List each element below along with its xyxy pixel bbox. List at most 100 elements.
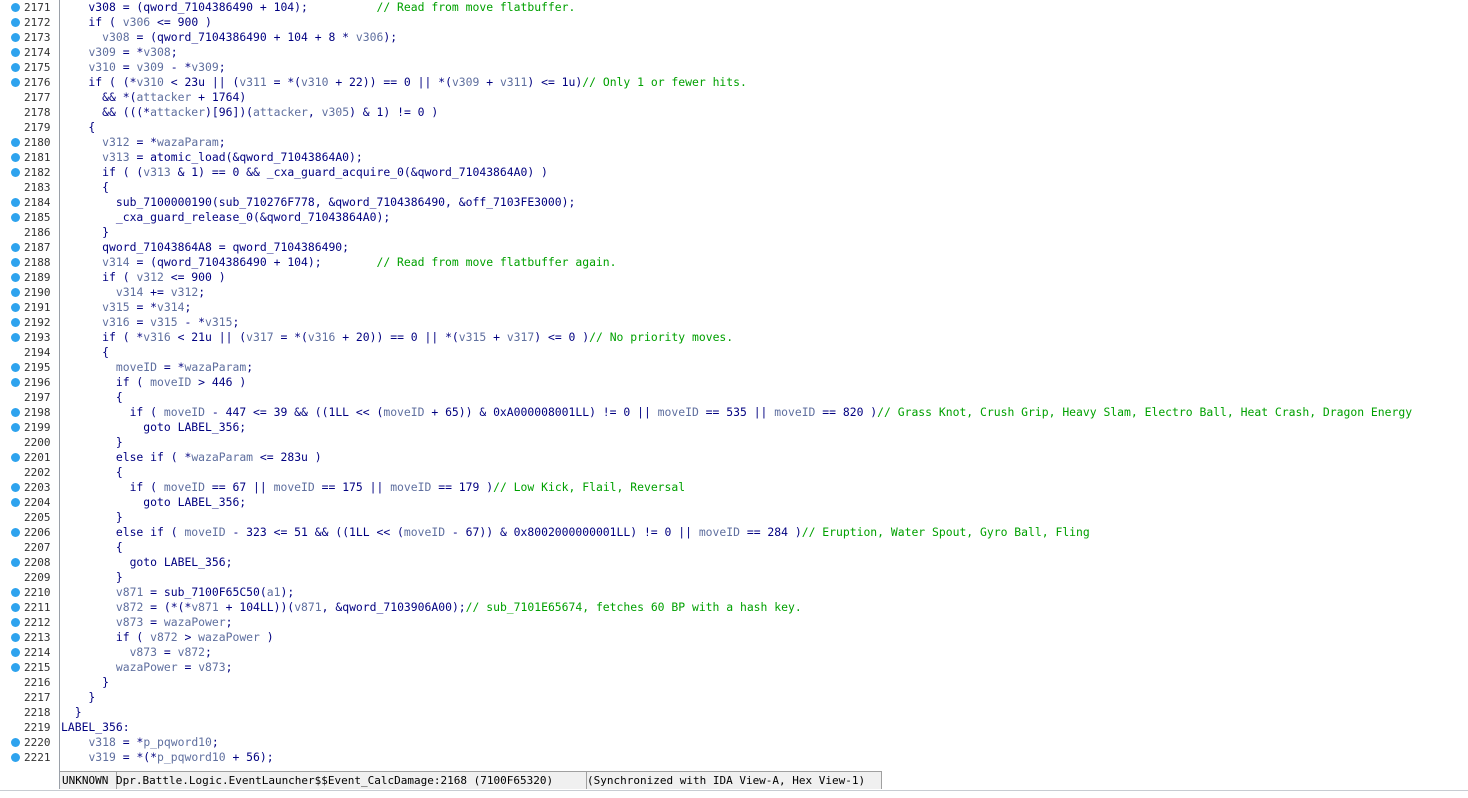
code-identifier[interactable]: v316	[102, 315, 129, 329]
code-text[interactable]: if ( (v313 & 1) == 0 && _cxa_guard_acqui…	[61, 165, 548, 180]
code-line[interactable]: 2208 goto LABEL_356;	[0, 555, 1468, 570]
code-identifier[interactable]: v871	[294, 600, 321, 614]
code-line[interactable]: 2174 v309 = *v308;	[0, 45, 1468, 60]
code-identifier[interactable]: attacker	[136, 90, 191, 104]
code-line[interactable]: 2210 v871 = sub_7100F65C50(a1);	[0, 585, 1468, 600]
code-identifier[interactable]: wazaParam	[184, 360, 246, 374]
code-line[interactable]: 2192 v316 = v315 - *v315;	[0, 315, 1468, 330]
code-line[interactable]: 2216 }	[0, 675, 1468, 690]
code-identifier[interactable]: wazaPower	[116, 660, 178, 674]
breakpoint-dot-icon[interactable]	[11, 288, 20, 297]
code-identifier[interactable]: v314	[116, 285, 143, 299]
code-identifier[interactable]: moveID	[390, 480, 431, 494]
code-identifier[interactable]: v309	[88, 45, 115, 59]
code-line[interactable]: 2180 v312 = *wazaParam;	[0, 135, 1468, 150]
code-identifier[interactable]: v319	[88, 750, 115, 764]
code-text[interactable]: v316 = v315 - *v315;	[61, 315, 239, 330]
code-text[interactable]: }	[61, 570, 123, 585]
code-line[interactable]: 2200 }	[0, 435, 1468, 450]
code-line[interactable]: 2205 }	[0, 510, 1468, 525]
breakpoint-dot-icon[interactable]	[11, 18, 20, 27]
code-line[interactable]: 2173 v308 = (qword_7104386490 + 104 + 8 …	[0, 30, 1468, 45]
code-text[interactable]: qword_71043864A8 = qword_7104386490;	[61, 240, 349, 255]
code-text[interactable]: if ( moveID - 447 <= 39 && ((1LL << (mov…	[61, 405, 1413, 420]
code-line[interactable]: 2219 LABEL_356:	[0, 720, 1468, 735]
code-identifier[interactable]: v872	[178, 645, 205, 659]
code-text[interactable]: }	[61, 690, 95, 705]
code-line[interactable]: 2176 if ( (*v310 < 23u || (v311 = *(v310…	[0, 75, 1468, 90]
code-line[interactable]: 2214 v873 = v872;	[0, 645, 1468, 660]
code-line[interactable]: 2211 v872 = (*(*v871 + 104LL))(v871, &qw…	[0, 600, 1468, 615]
code-line[interactable]: 2207 {	[0, 540, 1468, 555]
code-text[interactable]: if ( (*v310 < 23u || (v311 = *(v310 + 22…	[61, 75, 746, 90]
code-text[interactable]: if ( moveID == 67 || moveID == 175 || mo…	[61, 480, 686, 495]
code-text[interactable]: moveID = *wazaParam;	[61, 360, 253, 375]
code-line[interactable]: 2201 else if ( *wazaParam <= 283u )	[0, 450, 1468, 465]
code-line[interactable]: 2188 v314 = (qword_7104386490 + 104); //…	[0, 255, 1468, 270]
code-text[interactable]: v319 = *(*p_pqword10 + 56);	[61, 750, 273, 765]
code-identifier[interactable]: v872	[116, 600, 143, 614]
code-line[interactable]: 2171 v308 = (qword_7104386490 + 104); //…	[0, 0, 1468, 15]
code-line[interactable]: 2181 v313 = atomic_load(&qword_71043864A…	[0, 150, 1468, 165]
breakpoint-dot-icon[interactable]	[11, 633, 20, 642]
code-identifier[interactable]: wazaPower	[164, 615, 226, 629]
code-line[interactable]: 2204 goto LABEL_356;	[0, 495, 1468, 510]
code-line[interactable]: 2213 if ( v872 > wazaPower )	[0, 630, 1468, 645]
code-identifier[interactable]: moveID	[164, 480, 205, 494]
code-text[interactable]: v308 = (qword_7104386490 + 104 + 8 * v30…	[61, 30, 397, 45]
code-text[interactable]: && (((*attacker)[96])(attacker, v305) & …	[61, 105, 438, 120]
code-identifier[interactable]: v314	[157, 300, 184, 314]
breakpoint-dot-icon[interactable]	[11, 753, 20, 762]
code-line[interactable]: 2209 }	[0, 570, 1468, 585]
code-text[interactable]: {	[61, 120, 95, 135]
code-text[interactable]: }	[61, 435, 123, 450]
code-line[interactable]: 2178 && (((*attacker)[96])(attacker, v30…	[0, 105, 1468, 120]
breakpoint-dot-icon[interactable]	[11, 78, 20, 87]
breakpoint-dot-icon[interactable]	[11, 483, 20, 492]
code-text[interactable]: v308 = (qword_7104386490 + 104); // Read…	[61, 0, 575, 15]
breakpoint-dot-icon[interactable]	[11, 138, 20, 147]
code-line[interactable]: 2184 sub_7100000190(sub_710276F778, &qwo…	[0, 195, 1468, 210]
breakpoint-dot-icon[interactable]	[11, 363, 20, 372]
code-text[interactable]: v872 = (*(*v871 + 104LL))(v871, &qword_7…	[61, 600, 802, 615]
code-identifier[interactable]: v311	[239, 75, 266, 89]
code-text[interactable]: {	[61, 390, 123, 405]
code-line[interactable]: 2194 {	[0, 345, 1468, 360]
code-identifier[interactable]: attacker	[150, 105, 205, 119]
code-text[interactable]: {	[61, 540, 123, 555]
code-line[interactable]: 2189 if ( v312 <= 900 )	[0, 270, 1468, 285]
breakpoint-dot-icon[interactable]	[11, 303, 20, 312]
code-text[interactable]: && *(attacker + 1764)	[61, 90, 246, 105]
code-identifier[interactable]: v310	[88, 60, 115, 74]
code-line[interactable]: 2177 && *(attacker + 1764)	[0, 90, 1468, 105]
code-identifier[interactable]: a1	[267, 585, 281, 599]
breakpoint-dot-icon[interactable]	[11, 33, 20, 42]
code-line[interactable]: 2172 if ( v306 <= 900 )	[0, 15, 1468, 30]
code-line[interactable]: 2179 {	[0, 120, 1468, 135]
code-identifier[interactable]: v313	[102, 150, 129, 164]
code-identifier[interactable]: p_pqword10	[143, 735, 212, 749]
code-line[interactable]: 2193 if ( *v316 < 21u || (v317 = *(v316 …	[0, 330, 1468, 345]
breakpoint-dot-icon[interactable]	[11, 168, 20, 177]
code-text[interactable]: goto LABEL_356;	[61, 420, 246, 435]
code-text[interactable]: if ( v306 <= 900 )	[61, 15, 211, 30]
code-identifier[interactable]: v873	[198, 660, 225, 674]
code-line[interactable]: 2199 goto LABEL_356;	[0, 420, 1468, 435]
code-identifier[interactable]: attacker	[253, 105, 308, 119]
breakpoint-dot-icon[interactable]	[11, 213, 20, 222]
breakpoint-dot-icon[interactable]	[11, 603, 20, 612]
code-identifier[interactable]: moveID	[150, 375, 191, 389]
code-text[interactable]: }	[61, 510, 123, 525]
breakpoint-dot-icon[interactable]	[11, 258, 20, 267]
code-identifier[interactable]: wazaParam	[157, 135, 219, 149]
code-identifier[interactable]: v317	[246, 330, 273, 344]
code-identifier[interactable]: v317	[507, 330, 534, 344]
code-text[interactable]: sub_7100000190(sub_710276F778, &qword_71…	[61, 195, 575, 210]
code-identifier[interactable]: wazaPower	[198, 630, 260, 644]
code-identifier[interactable]: v871	[191, 600, 218, 614]
code-identifier[interactable]: v315	[150, 315, 177, 329]
code-text[interactable]: LABEL_356:	[61, 720, 130, 735]
breakpoint-dot-icon[interactable]	[11, 153, 20, 162]
code-identifier[interactable]: v315	[459, 330, 486, 344]
code-identifier[interactable]: moveID	[774, 405, 815, 419]
